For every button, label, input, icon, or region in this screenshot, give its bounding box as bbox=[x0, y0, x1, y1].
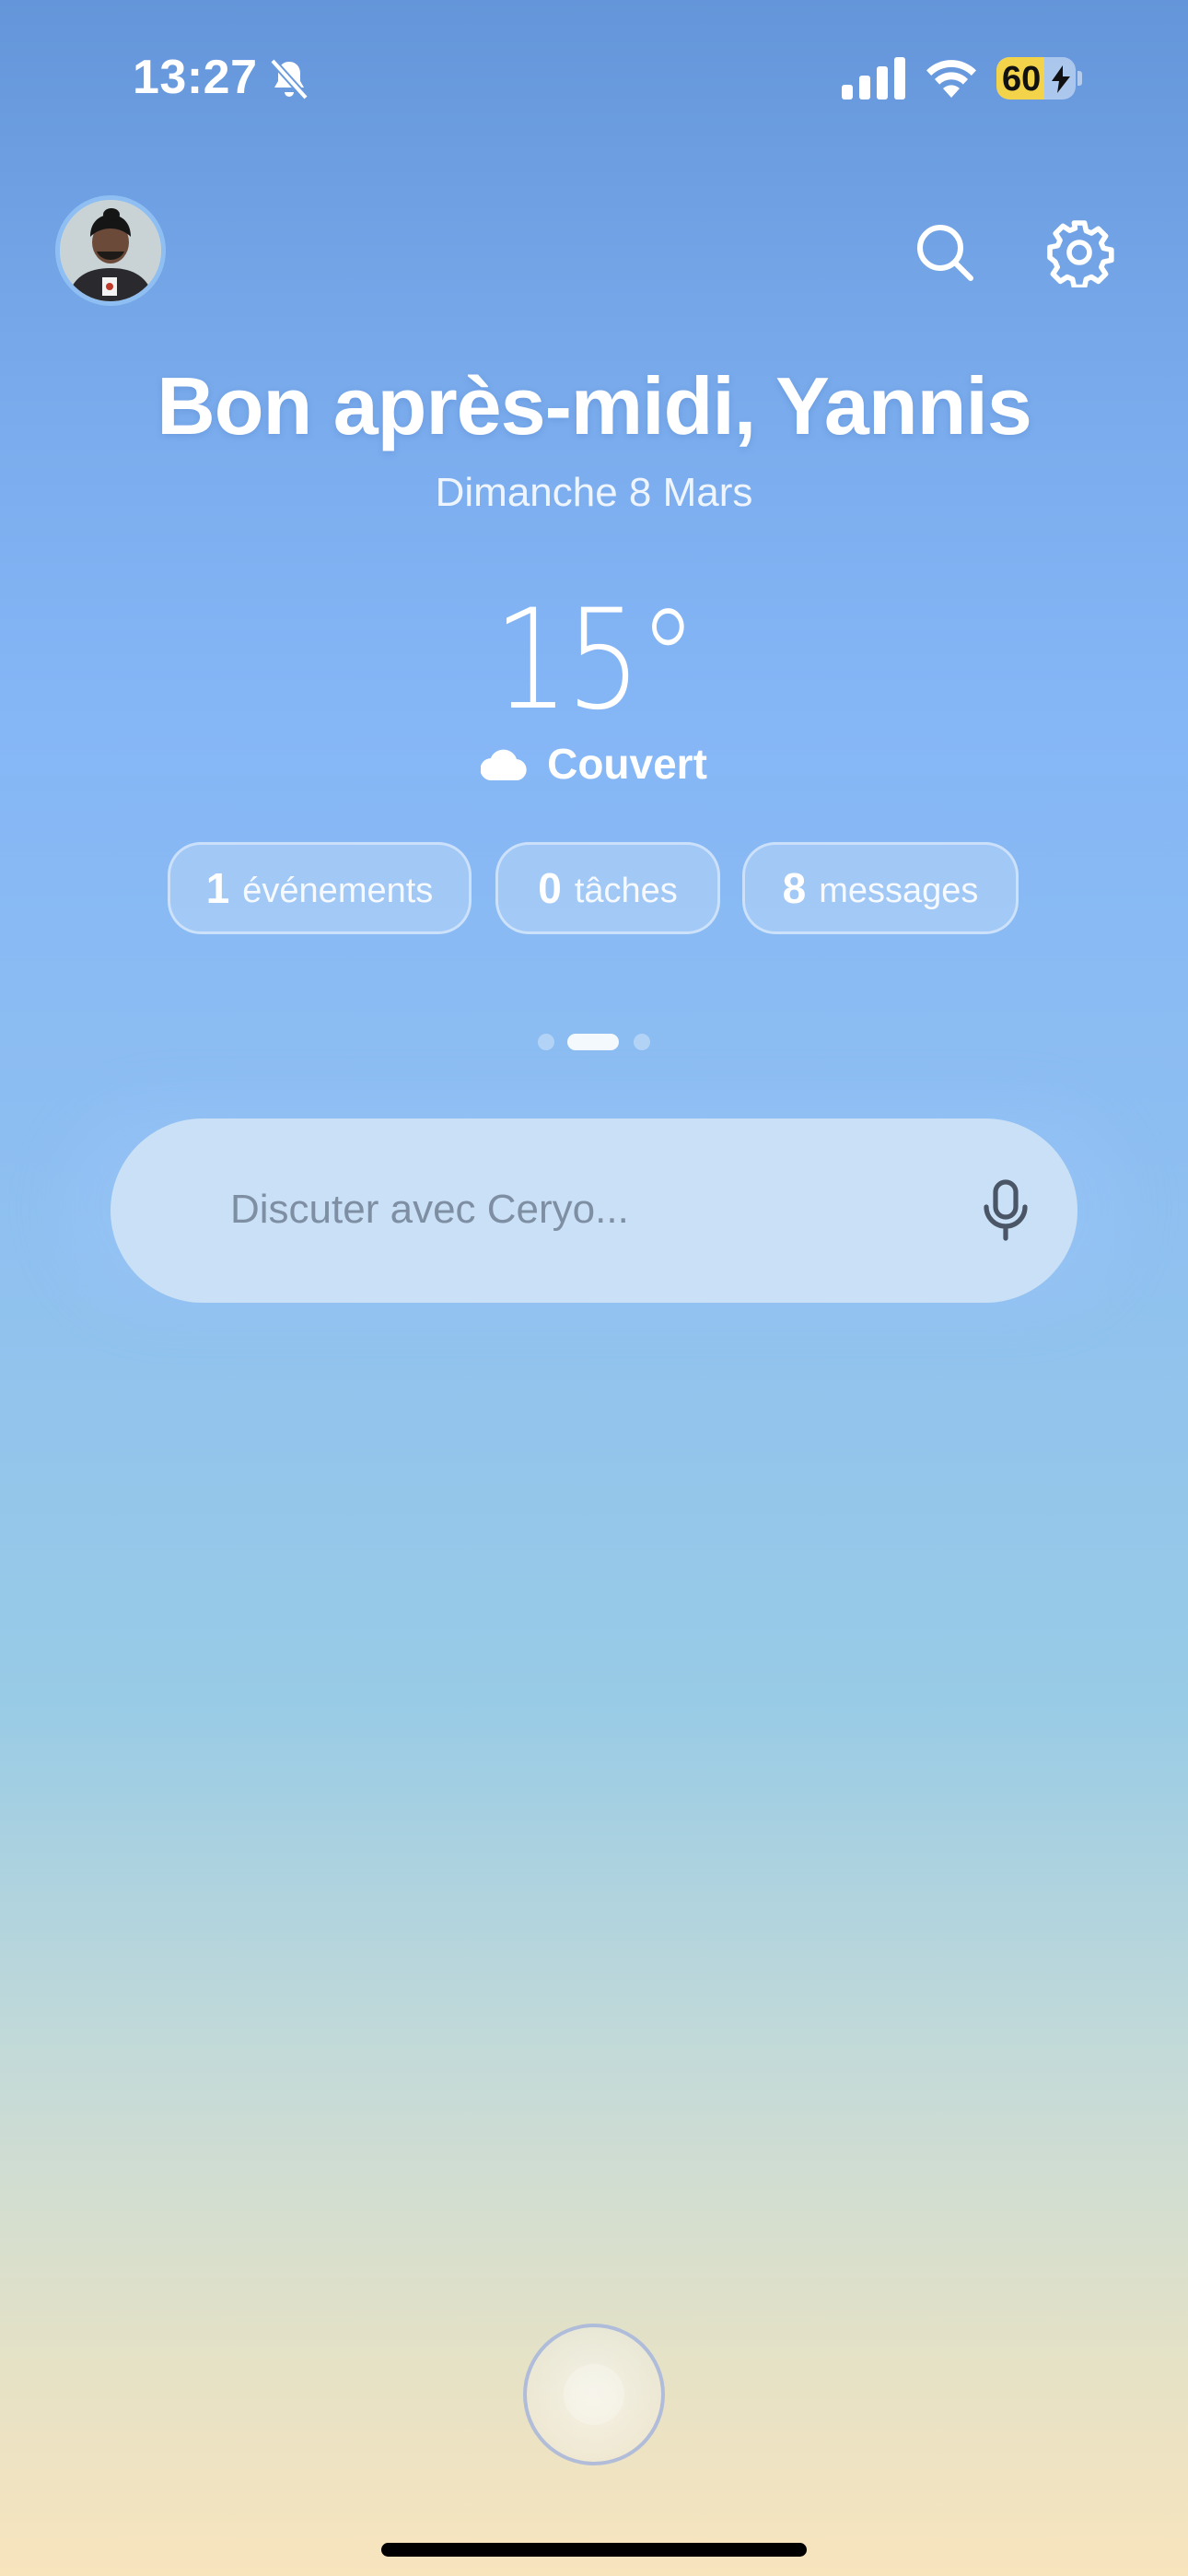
status-time: 13:27 bbox=[133, 51, 258, 104]
cloud-icon bbox=[481, 749, 527, 780]
gear-icon[interactable] bbox=[1044, 217, 1114, 287]
messages-pill[interactable]: 8 messages bbox=[742, 842, 1019, 934]
date-label: Dimanche 8 Mars bbox=[435, 470, 753, 515]
assistant-orb-button[interactable] bbox=[523, 2324, 665, 2465]
signal-icon bbox=[842, 57, 905, 100]
chat-input[interactable]: Discuter avec Ceryo... bbox=[111, 1118, 1077, 1303]
assistant-orb-icon bbox=[564, 2364, 624, 2425]
user-avatar-icon bbox=[60, 200, 161, 301]
temperature: 15° bbox=[493, 580, 698, 741]
tasks-pill[interactable]: 0 tâches bbox=[495, 842, 720, 934]
weather-text: Couvert bbox=[547, 740, 707, 788]
battery-indicator: 60 bbox=[996, 57, 1082, 100]
tasks-label: tâches bbox=[574, 871, 678, 910]
events-pill[interactable]: 1 événements bbox=[168, 842, 472, 934]
charging-bolt-icon bbox=[1052, 65, 1070, 93]
greeting-title: Bon après-midi, Yannis bbox=[157, 360, 1032, 451]
messages-count: 8 bbox=[782, 864, 807, 912]
bell-slash-icon bbox=[270, 58, 309, 100]
wifi-icon bbox=[926, 60, 976, 98]
home-indicator[interactable] bbox=[381, 2543, 807, 2557]
messages-label: messages bbox=[819, 871, 979, 910]
avatar[interactable] bbox=[55, 195, 166, 306]
chat-placeholder: Discuter avec Ceryo... bbox=[230, 1187, 629, 1232]
search-icon[interactable] bbox=[912, 219, 978, 286]
tasks-count: 0 bbox=[538, 864, 562, 912]
page-dot[interactable] bbox=[634, 1034, 650, 1050]
page-indicator[interactable] bbox=[0, 1034, 1188, 1050]
page-dot-active[interactable] bbox=[567, 1034, 619, 1050]
battery-level: 60 bbox=[1002, 60, 1042, 99]
microphone-icon[interactable] bbox=[980, 1179, 1031, 1242]
weather-condition: Couvert bbox=[0, 739, 1188, 789]
events-label: événements bbox=[242, 871, 434, 910]
page-dot[interactable] bbox=[538, 1034, 554, 1050]
events-count: 1 bbox=[205, 864, 230, 912]
